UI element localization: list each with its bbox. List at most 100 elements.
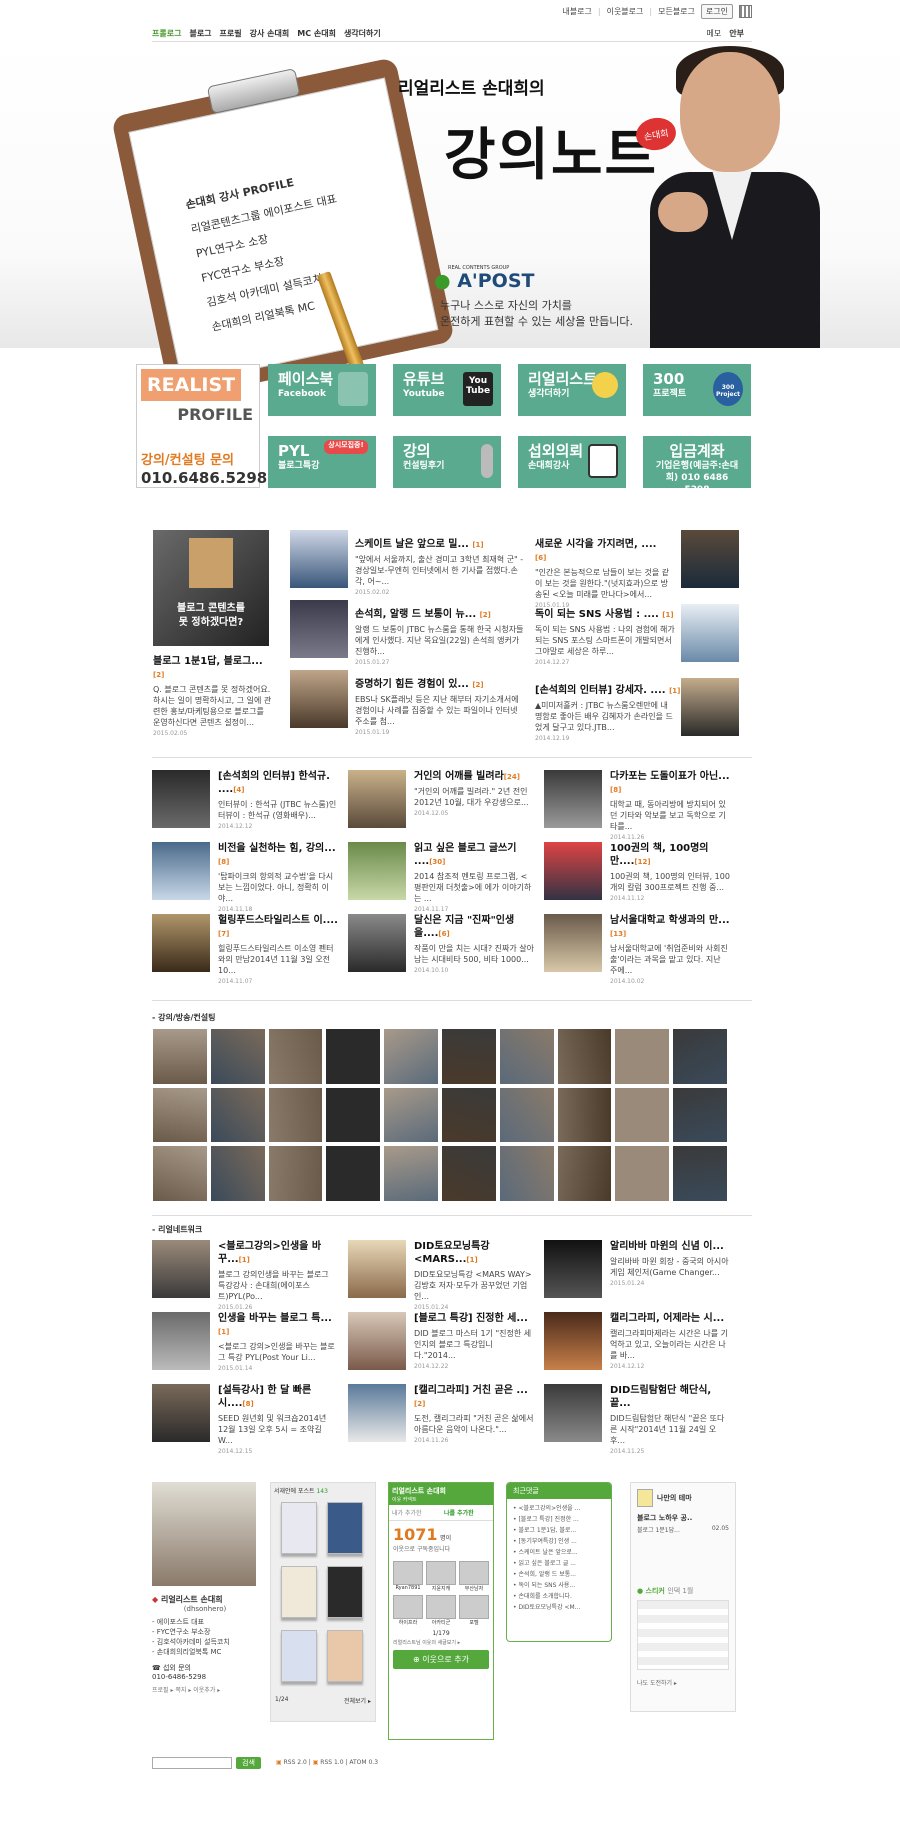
all-blog-link[interactable]: 모든블로그	[658, 6, 695, 17]
menu-memo[interactable]: 메모	[707, 28, 722, 39]
menu-prologue[interactable]: 프롤로그	[152, 28, 181, 39]
comment-item[interactable]: • 독이 되는 SNS 사용...	[513, 1580, 605, 1591]
lecture-photo[interactable]	[152, 1086, 208, 1144]
comment-item[interactable]: • 블로그 1분1답, 블로...	[513, 1525, 605, 1536]
neighbor-pager[interactable]: 1/179	[389, 1630, 493, 1637]
neighbor-avatar[interactable]: 하이프라	[393, 1595, 423, 1626]
post-thumbnail[interactable]	[290, 670, 348, 728]
menu-lecturer[interactable]: 강사 손대희	[250, 28, 290, 39]
lecture-photo[interactable]	[209, 1028, 266, 1085]
tab-following[interactable]: 내가 추가한	[389, 1505, 441, 1520]
neighbor-avatar[interactable]: 아카티군	[426, 1595, 456, 1626]
post-thumbnail[interactable]	[348, 914, 406, 972]
post-thumbnail[interactable]	[152, 770, 210, 828]
lecture-photo[interactable]	[209, 1086, 266, 1144]
lecture-photo[interactable]	[498, 1086, 555, 1144]
post-thumbnail[interactable]	[544, 914, 602, 972]
lecture-photo[interactable]	[672, 1086, 728, 1144]
post-thumbnail[interactable]	[152, 1312, 210, 1370]
add-neighbor-button[interactable]: ⊕ 이웃으로 추가	[393, 1650, 489, 1669]
post-title[interactable]: 블로그 1분1답, 블로그...	[153, 656, 263, 667]
lecture-photo[interactable]	[498, 1145, 555, 1202]
atom-link[interactable]: ATOM 0.3	[349, 1759, 378, 1766]
post-thumbnail[interactable]	[544, 1240, 602, 1298]
post-thumbnail[interactable]	[348, 842, 406, 900]
lecture-photo[interactable]	[383, 1028, 439, 1085]
lecture-photo[interactable]	[325, 1086, 382, 1144]
comment-item[interactable]: • <블로그강의>인생을 ...	[513, 1503, 605, 1514]
tile-lecture-reviews[interactable]: 강의 컨설팅후기	[393, 436, 501, 488]
post-thumbnail[interactable]	[544, 842, 602, 900]
tile-facebook[interactable]: 페이스북 Facebook	[268, 364, 376, 416]
lecture-photo[interactable]	[383, 1145, 439, 1202]
tab-followers[interactable]: 나를 추가한	[441, 1505, 493, 1520]
post-thumbnail[interactable]	[348, 1312, 406, 1370]
post-thumbnail[interactable]	[544, 1312, 602, 1370]
lecture-photo[interactable]	[614, 1145, 671, 1202]
tile-300-project[interactable]: 300 프로젝트 300 Project	[643, 364, 751, 416]
book-cover[interactable]	[281, 1566, 317, 1618]
comment-item[interactable]: • [동기부여특강] 인생 ...	[513, 1536, 605, 1547]
login-button[interactable]: 로그인	[700, 3, 733, 19]
tile-booking[interactable]: 섭외의뢰 손대희강사	[518, 436, 626, 488]
lecture-photo[interactable]	[152, 1145, 208, 1202]
menu-blog[interactable]: 블로그	[189, 28, 211, 39]
neighbor-blog-link[interactable]: 이웃블로그	[607, 6, 644, 17]
rss1-link[interactable]: RSS 1.0	[320, 1759, 343, 1766]
lecture-photo[interactable]	[440, 1086, 497, 1144]
comment-item[interactable]: • 읽고 싶은 블로그 글 ...	[513, 1558, 605, 1569]
apps-grid-icon[interactable]	[739, 4, 752, 18]
lecture-photo[interactable]	[498, 1028, 555, 1085]
avatar[interactable]	[152, 1482, 256, 1586]
lecture-photo[interactable]	[440, 1028, 497, 1085]
post-thumbnail[interactable]	[348, 1240, 406, 1298]
lecture-photo[interactable]	[325, 1145, 382, 1202]
lecture-photo[interactable]	[325, 1028, 382, 1085]
post-thumbnail[interactable]	[681, 530, 739, 588]
lecture-photo[interactable]	[614, 1028, 671, 1085]
lecture-photo[interactable]	[672, 1028, 728, 1085]
lecture-photo[interactable]	[267, 1145, 324, 1202]
post-thumbnail[interactable]	[290, 530, 348, 588]
post-thumbnail[interactable]	[681, 604, 739, 662]
lecture-photo[interactable]	[614, 1086, 671, 1144]
lecture-photo[interactable]	[556, 1086, 613, 1144]
post-thumbnail[interactable]	[348, 1384, 406, 1442]
comment-item[interactable]: • 손석희, 알랭 드 보통...	[513, 1569, 605, 1580]
shelf-view-all[interactable]: 전체보기 ▸	[344, 1696, 371, 1705]
menu-thoughts[interactable]: 생각더하기	[344, 28, 381, 39]
post-thumbnail[interactable]	[152, 1384, 210, 1442]
rss2-link[interactable]: RSS 2.0	[284, 1759, 307, 1766]
lecture-photo[interactable]	[152, 1028, 208, 1085]
post-thumbnail[interactable]	[290, 600, 348, 658]
realist-profile-box[interactable]: REALIST PROFILE 강의/컨설팅 문의 010.6486.5298	[136, 364, 267, 488]
lecture-photo[interactable]	[556, 1028, 613, 1085]
neighbor-avatar[interactable]: 지윤지캐	[426, 1561, 456, 1592]
book-cover[interactable]	[281, 1630, 317, 1682]
post-thumbnail[interactable]	[152, 1240, 210, 1298]
post-thumbnail[interactable]	[152, 914, 210, 972]
lecture-photo[interactable]	[383, 1086, 439, 1144]
lecture-photo[interactable]	[440, 1145, 497, 1202]
menu-mc[interactable]: MC 손대희	[297, 28, 336, 39]
post-thumbnail[interactable]	[544, 770, 602, 828]
post-thumbnail[interactable]	[152, 842, 210, 900]
menu-profile[interactable]: 프로필	[220, 28, 242, 39]
lecture-photo[interactable]	[209, 1145, 266, 1202]
lecture-photo[interactable]	[267, 1028, 324, 1085]
lecture-photo[interactable]	[267, 1086, 324, 1144]
tile-bank-account[interactable]: 입금계좌 기업은행(예금주:손대희) 010 6486 5298	[643, 436, 751, 495]
post-thumbnail[interactable]	[348, 770, 406, 828]
tile-thoughts[interactable]: 리얼리스트 생각더하기	[518, 364, 626, 416]
featured-thumbnail[interactable]: 블로그 콘텐츠를 못 정하겠다면?	[153, 530, 269, 646]
tile-youtube[interactable]: 유튜브 Youtube You Tube	[393, 364, 501, 416]
lecture-photo[interactable]	[556, 1145, 613, 1202]
post-thumbnail[interactable]	[544, 1384, 602, 1442]
neighbor-avatar[interactable]: 포텔	[459, 1595, 489, 1626]
lecture-photo[interactable]	[672, 1145, 728, 1202]
book-cover[interactable]	[327, 1630, 363, 1682]
comment-item[interactable]: • 손대희를 소개합니다.	[513, 1591, 605, 1602]
menu-guestbook[interactable]: 안부	[729, 28, 744, 39]
post-thumbnail[interactable]	[681, 678, 739, 736]
comment-item[interactable]: • DID토요모닝특강 <M...	[513, 1602, 605, 1613]
